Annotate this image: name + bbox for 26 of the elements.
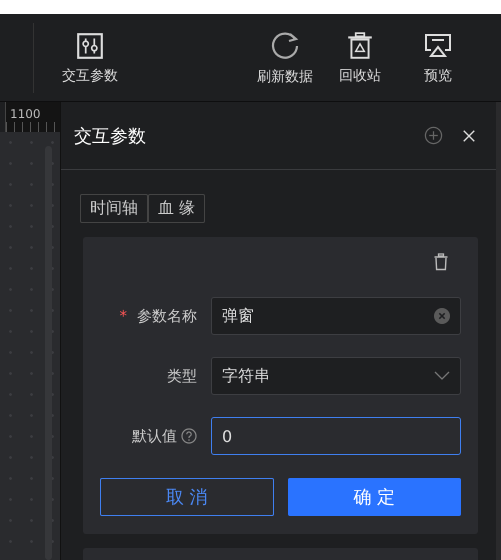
add-icon[interactable] xyxy=(424,126,443,145)
tab[interactable]: 时间轴 xyxy=(80,194,148,223)
toolbar-button[interactable]: 回收站 xyxy=(325,14,395,101)
confirm-button[interactable]: 确 定 xyxy=(288,478,461,516)
sliders-icon xyxy=(75,30,105,60)
toolbar-button[interactable]: 刷新数据 xyxy=(245,14,325,101)
toolbar-button[interactable]: 预览 xyxy=(395,14,501,101)
required-mark: * xyxy=(120,307,127,325)
field-label: 类型 xyxy=(167,366,197,386)
close-icon[interactable] xyxy=(462,128,476,142)
input-field[interactable]: 弹窗 xyxy=(211,297,461,335)
select-field[interactable]: 字符串 xyxy=(211,357,461,395)
field-label: 默认值 xyxy=(132,426,177,446)
chevron-down-icon xyxy=(434,371,450,381)
panel-title: 交互参数 xyxy=(74,124,147,148)
toolbar-button[interactable]: 交互参数 xyxy=(34,14,146,101)
trash-icon[interactable] xyxy=(433,253,449,271)
help-icon[interactable] xyxy=(181,428,197,444)
clear-icon[interactable] xyxy=(434,308,450,324)
cancel-button[interactable]: 取 消 xyxy=(100,478,274,516)
tab[interactable]: 血 缘 xyxy=(148,194,206,223)
field-label: 参数名称 xyxy=(137,306,197,326)
refresh-icon xyxy=(269,30,301,62)
ruler: 1100 xyxy=(5,102,60,132)
trash-icon xyxy=(345,30,375,60)
input-field[interactable]: 0 xyxy=(211,417,461,455)
